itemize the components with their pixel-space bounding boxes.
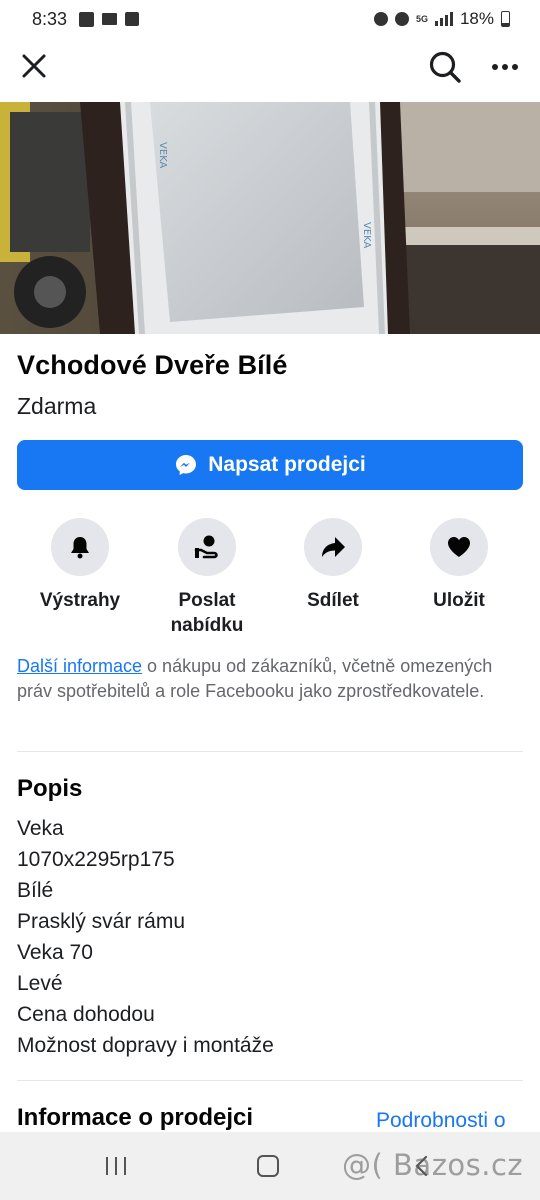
status-bar: 8:33 5G 18% — [0, 0, 540, 38]
description-line: Prasklý svár rámu — [17, 910, 186, 933]
listing-photo[interactable]: VEKA VEKA — [0, 102, 540, 334]
save-circle — [430, 518, 488, 576]
alerts-button[interactable]: Výstrahy — [15, 518, 145, 613]
seller-info-heading: Informace o prodejci — [17, 1104, 254, 1131]
seller-details-link[interactable]: Podrobnosti o — [376, 1109, 506, 1133]
description-line: Bílé — [17, 879, 54, 902]
signal-icon — [434, 12, 453, 26]
search-button[interactable] — [424, 46, 466, 88]
description-line: Možnost dopravy i montáže — [17, 1034, 274, 1057]
description-line: Veka — [17, 817, 64, 840]
battery-percent: 18% — [459, 9, 494, 28]
network-type: 5G — [415, 13, 428, 24]
system-nav-bar: @( Bazos.cz — [0, 1132, 540, 1200]
veka-print: VEKA — [157, 142, 168, 169]
mail-notification-icon — [102, 13, 118, 25]
recent-apps-button[interactable] — [106, 1157, 126, 1175]
message-seller-button[interactable]: Napsat prodejci — [17, 440, 523, 490]
listing-price: Zdarma — [17, 393, 97, 419]
more-horizontal-icon — [492, 64, 518, 70]
save-label: Uložit — [433, 590, 485, 611]
more-info-link[interactable]: Další informace — [17, 656, 142, 676]
description-body: Veka 1070x2295rp175 Bílé Prasklý svár rá… — [17, 813, 274, 1061]
send-offer-label: Poslat nabídku — [170, 590, 244, 636]
close-button[interactable] — [14, 46, 54, 86]
bell-icon — [71, 537, 89, 559]
home-button[interactable] — [257, 1155, 279, 1177]
action-row: Výstrahy Poslat nabídku Sdílet Uložit — [0, 518, 540, 638]
description-line: Veka 70 — [17, 941, 93, 964]
offer-icon — [194, 535, 218, 559]
description-line: Levé — [17, 972, 63, 995]
door-photo: VEKA VEKA — [0, 102, 540, 334]
top-app-bar — [0, 38, 540, 102]
messenger-icon — [176, 455, 197, 475]
share-button[interactable]: Sdílet — [268, 518, 398, 613]
purchase-info-text: Další informace o nákupu od zákazníků, v… — [17, 654, 517, 704]
battery-icon — [501, 11, 510, 27]
share-label: Sdílet — [307, 590, 359, 611]
veka-print-right: VEKA — [361, 222, 372, 249]
watermark: @( Bazos.cz — [342, 1148, 524, 1182]
listing-title: Vchodové Dveře Bílé — [17, 350, 288, 380]
gallery-notification-icon — [79, 11, 95, 27]
app-notification-icon — [373, 12, 388, 26]
heart-icon — [448, 537, 470, 557]
send-offer-circle — [178, 518, 236, 576]
share-circle — [304, 518, 362, 576]
message-seller-label: Napsat prodejci — [208, 453, 366, 476]
status-time: 8:33 — [32, 8, 68, 29]
divider — [17, 1080, 523, 1081]
description-heading: Popis — [17, 775, 83, 802]
alerts-label: Výstrahy — [39, 590, 121, 611]
alerts-circle — [51, 518, 109, 576]
search-icon — [429, 51, 461, 83]
divider — [17, 751, 523, 752]
description-line: Cena dohodou — [17, 1003, 155, 1026]
close-icon — [22, 54, 46, 78]
more-options-button[interactable] — [484, 46, 526, 88]
task-notification-icon — [125, 12, 140, 26]
description-line: 1070x2295rp175 — [17, 848, 175, 871]
save-button[interactable]: Uložit — [394, 518, 524, 613]
alarm-icon — [394, 12, 409, 26]
send-offer-button[interactable]: Poslat nabídku — [142, 518, 272, 638]
share-icon — [322, 537, 345, 557]
